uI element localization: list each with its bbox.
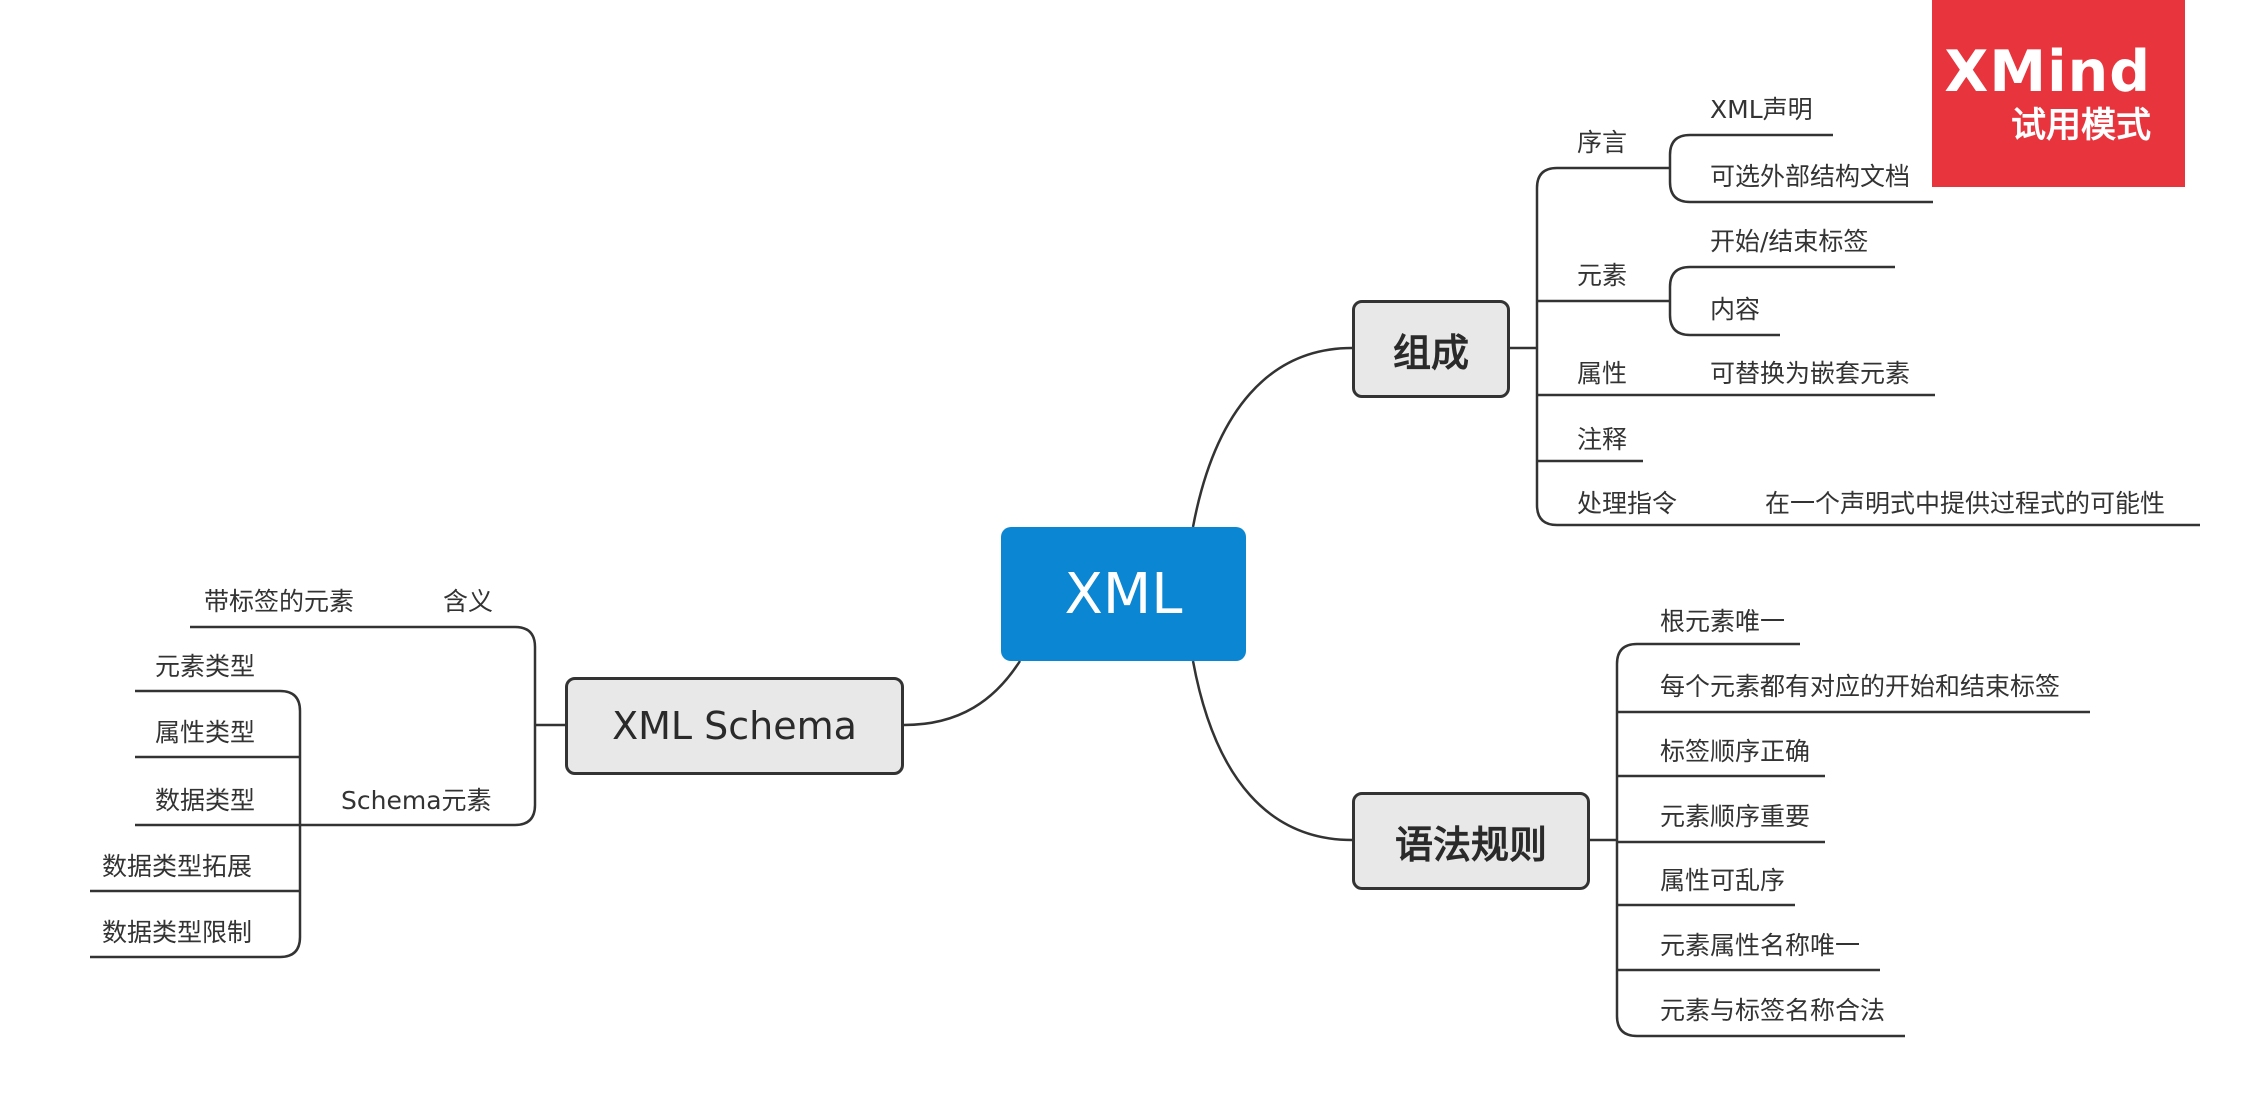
topic-xml-schema-label: XML Schema bbox=[612, 704, 857, 748]
root-topic-label: XML bbox=[1064, 561, 1183, 627]
leaf-element-type[interactable]: 元素类型 bbox=[155, 652, 255, 682]
leaf-rule-element-order[interactable]: 元素顺序重要 bbox=[1660, 802, 1810, 832]
leaf-external-structure-doc[interactable]: 可选外部结构文档 bbox=[1710, 162, 1910, 192]
subtopic-attribute[interactable]: 属性 bbox=[1577, 359, 1627, 389]
connector-element-bracket bbox=[1668, 265, 1691, 337]
leaf-data-type-restriction[interactable]: 数据类型限制 bbox=[102, 918, 252, 948]
leaf-rule-matching-tags[interactable]: 每个元素都有对应的开始和结束标签 bbox=[1660, 672, 2060, 702]
watermark-mode: 试用模式 bbox=[2010, 105, 2151, 146]
leaf-content[interactable]: 内容 bbox=[1710, 295, 1760, 325]
leaf-nested-element[interactable]: 可替换为嵌套元素 bbox=[1710, 359, 1910, 389]
subtopic-preface[interactable]: 序言 bbox=[1577, 128, 1627, 158]
topic-syntax-rules[interactable]: 语法规则 bbox=[1352, 792, 1590, 890]
leaf-xml-declaration[interactable]: XML声明 bbox=[1710, 95, 1813, 125]
leaf-start-end-tags[interactable]: 开始/结束标签 bbox=[1710, 227, 1868, 257]
leaf-attribute-type[interactable]: 属性类型 bbox=[155, 718, 255, 748]
topic-composition[interactable]: 组成 bbox=[1352, 300, 1510, 398]
leaf-rule-unique-root[interactable]: 根元素唯一 bbox=[1660, 607, 1785, 637]
connector-schema-bracket bbox=[514, 625, 565, 827]
leaf-rule-tag-order[interactable]: 标签顺序正确 bbox=[1660, 737, 1810, 767]
watermark-brand: XMind bbox=[1944, 38, 2151, 105]
subtopic-processing-instruction[interactable]: 处理指令 bbox=[1577, 489, 1677, 519]
subtopic-element[interactable]: 元素 bbox=[1577, 261, 1627, 291]
leaf-data-type-extension[interactable]: 数据类型拓展 bbox=[102, 852, 252, 882]
leaf-procedural-possibility[interactable]: 在一个声明式中提供过程式的可能性 bbox=[1765, 489, 2165, 519]
connector-composition-bracket bbox=[1510, 166, 1558, 527]
leaf-data-type[interactable]: 数据类型 bbox=[155, 786, 255, 816]
leaf-rule-unique-attribute-names[interactable]: 元素属性名称唯一 bbox=[1660, 931, 1860, 961]
subtopic-schema-elements[interactable]: Schema元素 bbox=[341, 786, 492, 816]
connector-preface-bracket bbox=[1668, 133, 1691, 204]
connector-root-composition bbox=[1191, 346, 1353, 528]
topic-composition-label: 组成 bbox=[1392, 330, 1469, 375]
subtopic-comment[interactable]: 注释 bbox=[1577, 425, 1627, 455]
leaf-rule-valid-names[interactable]: 元素与标签名称合法 bbox=[1660, 996, 1885, 1026]
leaf-labeled-element[interactable]: 带标签的元素 bbox=[204, 587, 354, 617]
topic-syntax-rules-label: 语法规则 bbox=[1394, 822, 1547, 867]
root-topic-xml[interactable]: XML bbox=[1001, 527, 1246, 661]
subtopic-meaning[interactable]: 含义 bbox=[443, 587, 493, 617]
xmind-trial-watermark: XMind 试用模式 bbox=[1932, 0, 2185, 187]
leaf-rule-attribute-order[interactable]: 属性可乱序 bbox=[1660, 866, 1785, 896]
connector-root-syntax bbox=[1191, 660, 1353, 842]
connector-syntax-bracket bbox=[1590, 642, 1638, 1038]
connector-root-schema bbox=[903, 660, 1022, 727]
topic-xml-schema[interactable]: XML Schema bbox=[565, 677, 904, 775]
